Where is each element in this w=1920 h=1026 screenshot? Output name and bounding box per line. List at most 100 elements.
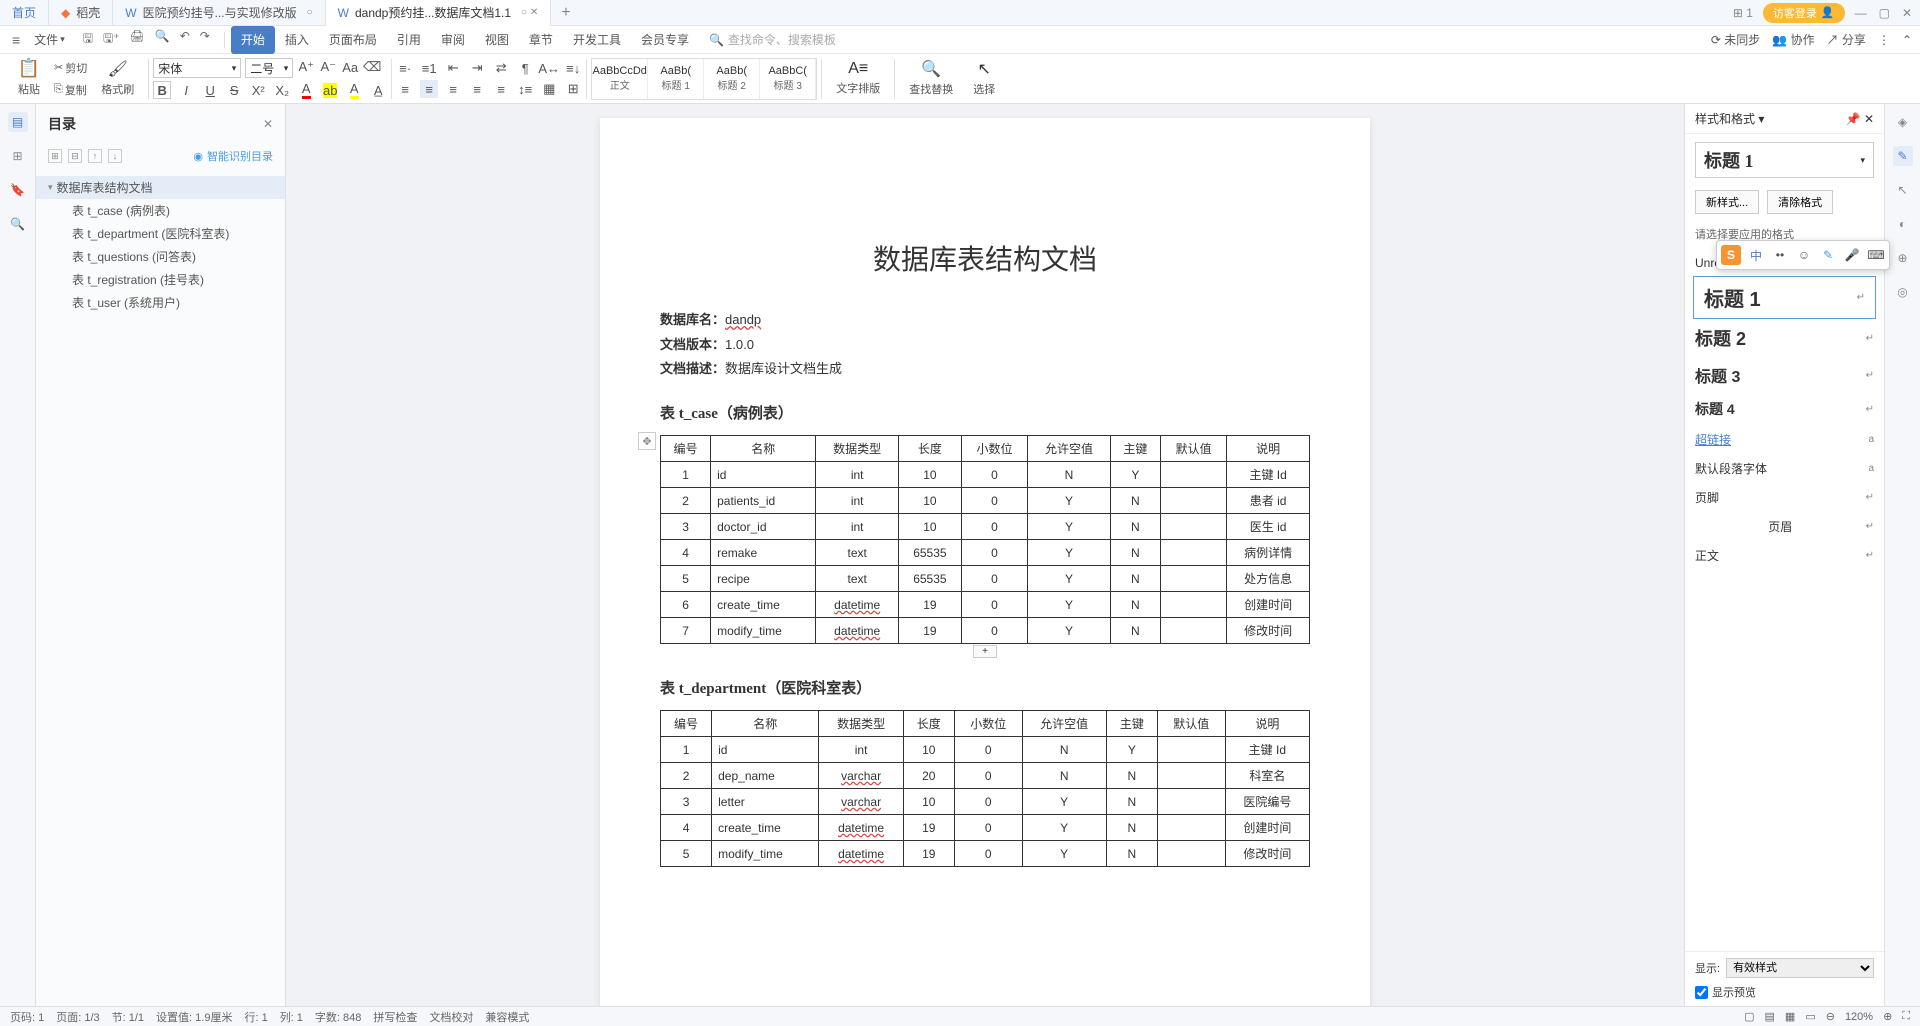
select-icon[interactable]: ↖ xyxy=(978,59,991,79)
font-color-button[interactable]: A xyxy=(297,81,315,99)
smart-outline-button[interactable]: ◉智能识别目录 xyxy=(193,148,273,164)
outdent-button[interactable]: ⇤ xyxy=(444,59,462,77)
tab-close[interactable]: ○ ✕ xyxy=(521,7,538,18)
style-gallery[interactable]: AaBbCcDd正文AaBb(标题 1AaBb(标题 2AaBbC(标题 3 xyxy=(591,58,817,100)
search-rail-icon[interactable]: 🔍 xyxy=(8,214,28,234)
redo-icon[interactable]: ↷ xyxy=(200,29,210,50)
ime-voice-button[interactable]: 🎤 xyxy=(1843,246,1861,264)
paste-button[interactable]: 粘贴 xyxy=(14,79,44,99)
current-style-select[interactable]: 标题 1 ▾ xyxy=(1695,142,1874,178)
minimize-icon[interactable]: — xyxy=(1855,6,1867,20)
style-list-item[interactable]: 标题 3↵ xyxy=(1685,357,1884,393)
tab-doc-2-active[interactable]: Wdandp预约挂...数据库文档1.1○ ✕ xyxy=(326,0,552,26)
maximize-icon[interactable]: ▢ xyxy=(1879,6,1890,20)
outline-close-icon[interactable]: ✕ xyxy=(263,117,273,131)
login-button[interactable]: 访客登录👤 xyxy=(1763,3,1845,23)
text-layout-button[interactable]: 文字排版 xyxy=(832,78,884,98)
read-view-icon[interactable]: ▭ xyxy=(1805,1010,1815,1023)
outline-down-icon[interactable]: ↓ xyxy=(108,149,122,163)
web-view-icon[interactable]: ▤ xyxy=(1765,1010,1775,1023)
outline-view-icon[interactable]: ▦ xyxy=(1785,1010,1795,1023)
zoom-in-icon[interactable]: ⊕ xyxy=(1883,1010,1892,1023)
shapes-rail-icon[interactable]: ◐ xyxy=(1893,214,1913,234)
menu-tab-视图[interactable]: 视图 xyxy=(475,26,519,54)
share-button[interactable]: ↗ 分享 xyxy=(1827,31,1866,48)
align-left-button[interactable]: ≡ xyxy=(396,80,414,98)
ime-emoji-button[interactable]: ☺ xyxy=(1795,246,1813,264)
bullets-button[interactable]: ≡· xyxy=(396,59,414,77)
clear-format-icon[interactable]: ⌫ xyxy=(363,58,381,76)
tab-home[interactable]: 首页 xyxy=(0,0,49,26)
style-gallery-item[interactable]: AaBbCcDd正文 xyxy=(592,59,648,99)
italic-button[interactable]: I xyxy=(177,81,195,99)
bg-color-button[interactable]: A xyxy=(345,81,363,99)
find-icon[interactable]: 🔍 xyxy=(921,59,941,79)
outline-up-icon[interactable]: ↑ xyxy=(88,149,102,163)
command-search[interactable]: 🔍 查找命令、搜索模板 xyxy=(709,31,836,48)
change-case-icon[interactable]: Aa xyxy=(341,58,359,76)
style-list-item[interactable]: 超链接a xyxy=(1685,425,1884,454)
outline-rail-icon[interactable]: ▤ xyxy=(8,112,28,132)
show-preview-checkbox[interactable]: 显示预览 xyxy=(1695,984,1874,1000)
ime-keyboard-button[interactable]: ⌨ xyxy=(1867,246,1885,264)
fit-icon[interactable]: ⛶ xyxy=(1902,1010,1910,1023)
outline-collapse-icon[interactable]: ⊟ xyxy=(68,149,82,163)
file-menu[interactable]: 文件 ▾ xyxy=(26,31,73,48)
menu-tab-插入[interactable]: 插入 xyxy=(275,26,319,54)
shrink-font-icon[interactable]: A⁻ xyxy=(319,58,337,76)
menu-tab-引用[interactable]: 引用 xyxy=(387,26,431,54)
outline-item[interactable]: 表 t_case (病例表) xyxy=(36,199,285,222)
outline-item[interactable]: 表 t_department (医院科室表) xyxy=(36,222,285,245)
numbering-button[interactable]: ≡1 xyxy=(420,59,438,77)
ime-toolbar[interactable]: S 中 •• ☺ ✎ 🎤 ⌨ xyxy=(1716,240,1890,270)
table-move-handle[interactable]: ✥ xyxy=(638,432,656,450)
style-list-item[interactable]: 默认段落字体a xyxy=(1685,454,1884,483)
status-item[interactable]: 文档校对 xyxy=(429,1009,473,1025)
char-scale-button[interactable]: A↔ xyxy=(540,59,558,77)
tab-doc-1[interactable]: W医院预约挂号...与实现修改版○ xyxy=(113,0,325,26)
subscript-button[interactable]: X₂ xyxy=(273,81,291,99)
tab-docer[interactable]: ◆稻壳 xyxy=(49,0,113,26)
outline-item[interactable]: 表 t_user (系统用户) xyxy=(36,291,285,314)
layout-view-icon[interactable]: ▢ xyxy=(1744,1010,1754,1023)
style-gallery-item[interactable]: AaBb(标题 1 xyxy=(648,59,704,99)
select-button[interactable]: 选择 xyxy=(969,79,999,99)
saveas-icon[interactable]: 🖫⁺ xyxy=(103,29,120,50)
style-list-item[interactable]: 标题 4↵ xyxy=(1685,393,1884,425)
menu-tab-开发工具[interactable]: 开发工具 xyxy=(563,26,631,54)
zoom-out-icon[interactable]: ⊖ xyxy=(1826,1010,1835,1023)
status-item[interactable]: 行: 1 xyxy=(244,1009,267,1025)
panel-close-icon[interactable]: ✕ xyxy=(1864,112,1874,126)
status-item[interactable]: 列: 1 xyxy=(280,1009,303,1025)
status-item[interactable]: 节: 1/1 xyxy=(112,1009,144,1025)
more-rail-icon[interactable]: ⊕ xyxy=(1893,248,1913,268)
grow-font-icon[interactable]: A⁺ xyxy=(297,58,315,76)
preview-icon[interactable]: 🔍 xyxy=(155,29,170,50)
undo-icon[interactable]: ↶ xyxy=(180,29,190,50)
status-item[interactable]: 设置值: 1.9厘米 xyxy=(156,1009,232,1025)
menu-tab-章节[interactable]: 章节 xyxy=(519,26,563,54)
status-item[interactable]: 拼写检查 xyxy=(373,1009,417,1025)
bookmark-rail-icon[interactable]: 🔖 xyxy=(8,180,28,200)
align-right-button[interactable]: ≡ xyxy=(444,80,462,98)
underline-button[interactable]: U xyxy=(201,81,219,99)
ime-edit-button[interactable]: ✎ xyxy=(1819,246,1837,264)
menu-tab-会员专享[interactable]: 会员专享 xyxy=(631,26,699,54)
borders-button[interactable]: ⊞ xyxy=(564,80,582,98)
menu-tab-页面布局[interactable]: 页面布局 xyxy=(319,26,387,54)
style-list-item[interactable]: 正文↵ xyxy=(1685,541,1884,570)
close-icon[interactable]: ✕ xyxy=(1902,6,1912,20)
print-icon[interactable]: 🖨 xyxy=(130,29,145,50)
tab-add[interactable]: + xyxy=(551,4,580,22)
format-painter-icon[interactable]: 🖌 xyxy=(108,59,128,79)
thumbnail-rail-icon[interactable]: ⊞ xyxy=(8,146,28,166)
outline-item[interactable]: ▾数据库表结构文档 xyxy=(36,176,285,199)
shading-button[interactable]: ▦ xyxy=(540,80,558,98)
status-item[interactable]: 页码: 1 xyxy=(10,1009,44,1025)
align-justify-button[interactable]: ≡ xyxy=(468,80,486,98)
status-item[interactable]: 兼容模式 xyxy=(485,1009,529,1025)
text-layout-icon[interactable]: A≡ xyxy=(848,60,868,78)
align-center-button[interactable]: ≡ xyxy=(420,80,438,98)
menu-tab-开始[interactable]: 开始 xyxy=(231,26,275,54)
pin-icon[interactable]: 📌 xyxy=(1846,112,1861,126)
